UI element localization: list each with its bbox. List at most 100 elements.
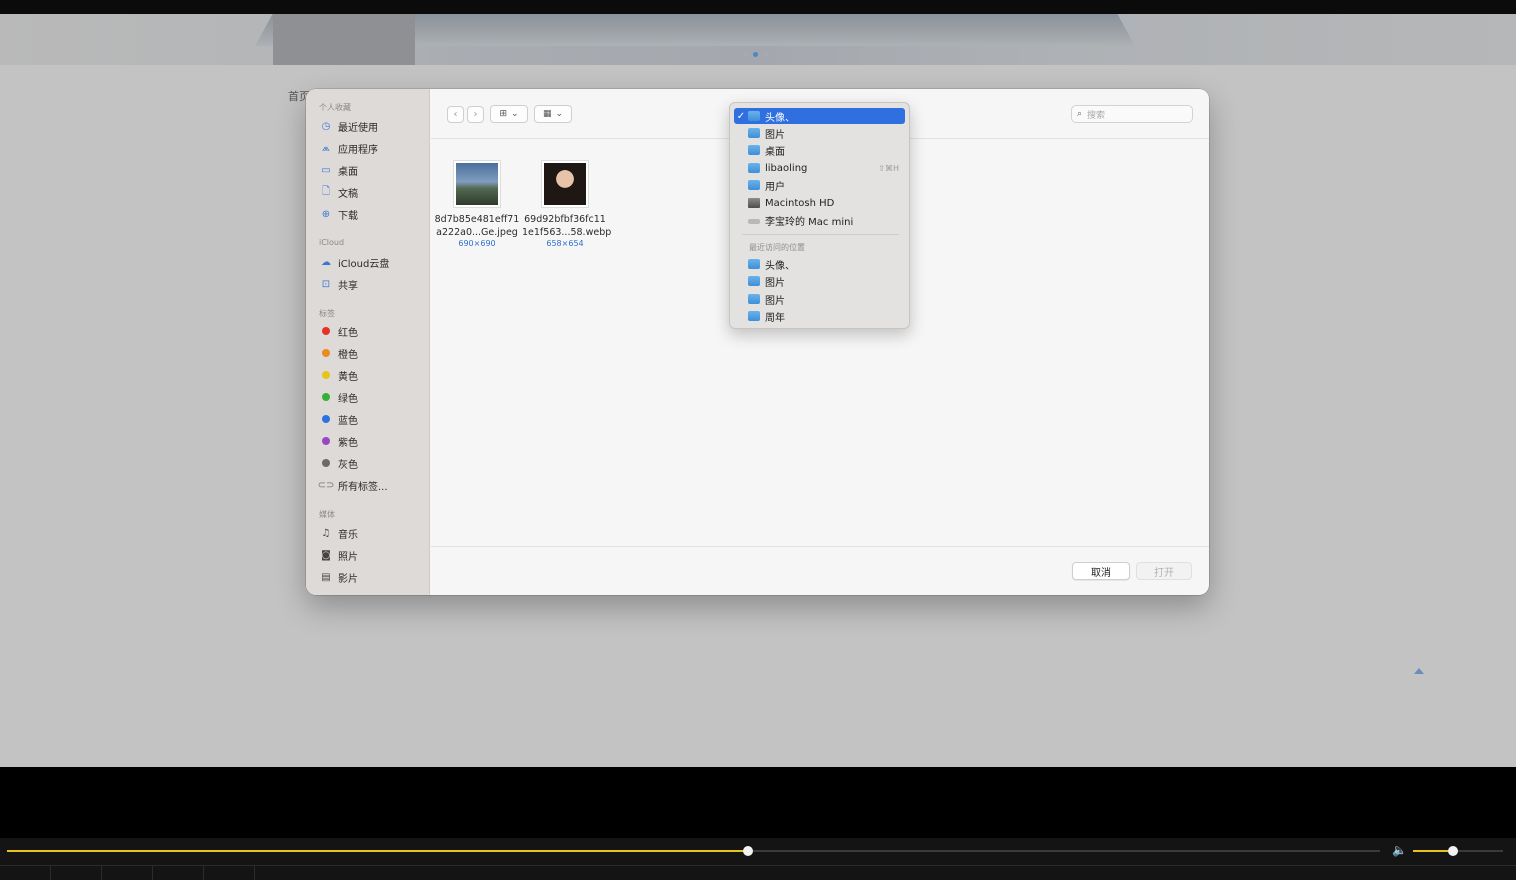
menu-item-label: 桌面 bbox=[765, 146, 785, 158]
sidebar-item-music[interactable]: ♫ 音乐 bbox=[320, 524, 424, 542]
sidebar-item-downloads[interactable]: ⊕ 下载 bbox=[320, 205, 424, 223]
file-dimensions: 658×654 bbox=[546, 239, 584, 248]
file-item[interactable]: 8d7b85e481eff71 a222a0...Ge.jpeg 690×690 bbox=[434, 161, 520, 248]
sidebar-item-photos[interactable]: ◙ 照片 bbox=[320, 546, 424, 564]
tag-purple-icon bbox=[320, 435, 332, 447]
carousel-dot-active[interactable] bbox=[753, 52, 758, 57]
group-by-button[interactable]: ▦ ⌄ bbox=[534, 105, 572, 123]
sidebar-item-label: 灰色 bbox=[338, 459, 358, 471]
sidebar-item-label: 黄色 bbox=[338, 371, 358, 383]
chevron-left-icon: ‹ bbox=[453, 109, 458, 120]
location-popup-menu: ✓ 头像、 图片 桌面 libaoling ⇧⌘H 用户 Macintosh HD … bbox=[729, 102, 910, 329]
footer-divider bbox=[431, 546, 1209, 547]
sidebar-item-shared[interactable]: ⊡ 共享 bbox=[320, 275, 424, 293]
menu-item-pictures[interactable]: 图片 bbox=[734, 125, 905, 141]
volume-icon[interactable]: 🔈 bbox=[1392, 843, 1407, 857]
grid-group-icon: ▦ bbox=[542, 109, 552, 119]
sidebar-item-label: 橙色 bbox=[338, 349, 358, 361]
menu-item-macintosh-hd[interactable]: Macintosh HD bbox=[734, 195, 905, 211]
volume-handle[interactable] bbox=[1447, 846, 1458, 856]
folder-icon bbox=[748, 259, 760, 269]
search-icon: ⌕ bbox=[1077, 109, 1083, 119]
sidebar-item-label: 蓝色 bbox=[338, 415, 358, 427]
folder-icon bbox=[748, 180, 760, 190]
desktop-icon: ▭ bbox=[321, 164, 331, 176]
carousel-dot[interactable] bbox=[743, 52, 748, 57]
sidebar-section-media: 媒体 bbox=[319, 510, 335, 519]
menu-item-label: 李宝玲的 Mac mini bbox=[765, 216, 854, 228]
sidebar-item-tag-green[interactable]: 绿色 bbox=[320, 388, 424, 406]
menu-item-recent[interactable]: 图片 bbox=[734, 273, 905, 289]
sidebar-item-label: 下载 bbox=[338, 210, 358, 222]
file-name: 69d92bfbf36fc11 1e1f563...58.webp bbox=[522, 214, 612, 238]
tag-red-icon bbox=[320, 325, 332, 337]
seek-bar[interactable] bbox=[7, 850, 1380, 852]
sidebar-item-applications[interactable]: ⩕ 应用程序 bbox=[320, 139, 424, 157]
menu-item-computer[interactable]: 李宝玲的 Mac mini bbox=[734, 212, 905, 228]
cancel-button[interactable]: 取消 bbox=[1072, 562, 1130, 580]
forward-button[interactable]: › bbox=[467, 106, 484, 123]
sidebar-item-label: 绿色 bbox=[338, 393, 358, 405]
shared-folder-icon: ⊡ bbox=[321, 278, 331, 290]
menu-item-desktop[interactable]: 桌面 bbox=[734, 142, 905, 158]
tag-green-icon bbox=[320, 391, 332, 403]
folder-icon bbox=[748, 111, 760, 121]
portrait-photo bbox=[544, 163, 586, 205]
menu-item-recent[interactable]: 头像、 bbox=[734, 256, 905, 272]
sidebar-item-label: 应用程序 bbox=[338, 144, 378, 156]
sidebar-item-label: 照片 bbox=[338, 551, 358, 563]
menu-item-current-folder[interactable]: ✓ 头像、 bbox=[734, 108, 905, 124]
sidebar-item-all-tags[interactable]: ⊂⊃ 所有标签... bbox=[318, 476, 424, 494]
sidebar-item-recents[interactable]: ◷ 最近使用 bbox=[320, 117, 424, 135]
tag-gray-icon bbox=[320, 457, 332, 469]
tag-blue-icon bbox=[320, 413, 332, 425]
apps-icon: ⩕ bbox=[322, 142, 330, 154]
sidebar-item-label: 最近使用 bbox=[338, 122, 378, 134]
folder-icon bbox=[748, 311, 760, 321]
sidebar-item-tag-orange[interactable]: 橙色 bbox=[320, 344, 424, 362]
sidebar-item-tag-red[interactable]: 红色 bbox=[320, 322, 424, 340]
open-button[interactable]: 打开 bbox=[1136, 562, 1192, 580]
carousel-dot[interactable] bbox=[763, 52, 768, 57]
sidebar-item-documents[interactable]: 🗋 文稿 bbox=[320, 183, 424, 201]
scroll-to-top-icon[interactable] bbox=[1414, 668, 1424, 674]
sidebar-section-favorites: 个人收藏 bbox=[319, 103, 351, 112]
view-mode-button[interactable]: ⊞ ⌄ bbox=[490, 105, 528, 123]
folder-icon bbox=[748, 276, 760, 286]
menu-item-recent[interactable]: 图片 bbox=[734, 291, 905, 307]
sidebar-section-tags: 标签 bbox=[319, 309, 335, 318]
menu-item-label: 图片 bbox=[765, 295, 785, 307]
sidebar-item-movies[interactable]: ▤ 影片 bbox=[320, 568, 424, 586]
file-item[interactable]: 69d92bfbf36fc11 1e1f563...58.webp 658×654 bbox=[522, 161, 612, 248]
back-button[interactable]: ‹ bbox=[447, 106, 464, 123]
search-field[interactable]: ⌕ 搜索 bbox=[1071, 105, 1193, 123]
music-icon: ♫ bbox=[321, 527, 331, 539]
menu-item-home[interactable]: libaoling ⇧⌘H bbox=[734, 160, 905, 176]
sidebar-item-tag-gray[interactable]: 灰色 bbox=[320, 454, 424, 472]
menu-separator bbox=[742, 234, 899, 235]
file-thumbnail bbox=[542, 161, 588, 207]
seek-handle[interactable] bbox=[743, 846, 754, 856]
sidebar-item-tag-purple[interactable]: 紫色 bbox=[320, 432, 424, 450]
sidebar-item-desktop[interactable]: ▭ 桌面 bbox=[320, 161, 424, 179]
top-black-strip bbox=[0, 0, 1516, 14]
chevron-right-icon: › bbox=[473, 109, 478, 120]
volume-level bbox=[1413, 850, 1453, 852]
volume-slider[interactable] bbox=[1413, 850, 1503, 852]
sidebar-item-tag-yellow[interactable]: 黄色 bbox=[320, 366, 424, 384]
sidebar-item-label: 所有标签... bbox=[338, 481, 388, 493]
menu-item-recent[interactable]: 周年 bbox=[734, 308, 905, 324]
sidebar-item-icloud-drive[interactable]: ☁ iCloud云盘 bbox=[320, 253, 424, 271]
banner-thumbnail[interactable] bbox=[273, 14, 415, 65]
clock-icon: ◷ bbox=[321, 120, 331, 132]
film-icon: ▤ bbox=[321, 571, 331, 583]
sidebar-item-label: 桌面 bbox=[338, 166, 358, 178]
checkmark-icon: ✓ bbox=[736, 110, 746, 122]
sidebar: 个人收藏 ◷ 最近使用 ⩕ 应用程序 ▭ 桌面 🗋 文稿 ⊕ 下载 iCloud ☁ iCl… bbox=[306, 89, 430, 595]
mac-mini-icon bbox=[748, 218, 760, 224]
sidebar-item-tag-blue[interactable]: 蓝色 bbox=[320, 410, 424, 428]
folder-icon bbox=[748, 294, 760, 304]
menu-item-label: 周年 bbox=[765, 312, 785, 324]
menu-item-users[interactable]: 用户 bbox=[734, 177, 905, 193]
camera-icon: ◙ bbox=[321, 549, 331, 561]
